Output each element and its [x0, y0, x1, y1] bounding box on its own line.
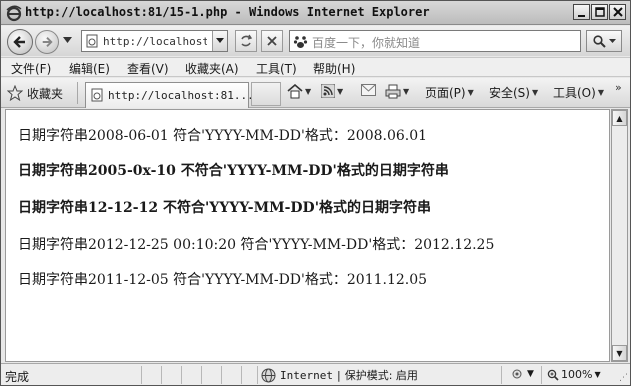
refresh-icon — [241, 34, 253, 47]
feeds-button[interactable]: ▼ — [321, 84, 343, 98]
gear-icon — [512, 369, 522, 379]
address-bar[interactable]: http://localhost:8 — [81, 30, 228, 52]
resize-grip-icon[interactable]: ⋰ — [619, 373, 628, 383]
print-icon — [385, 84, 401, 99]
zoom-icon — [547, 369, 559, 381]
status-divider — [201, 366, 202, 384]
mail-icon — [361, 84, 376, 96]
page-icon — [86, 34, 98, 48]
print-button[interactable]: ▼ — [385, 84, 409, 99]
chevron-down-icon — [608, 38, 616, 43]
tab-title: http://localhost:81... — [108, 89, 254, 102]
close-button[interactable] — [609, 4, 626, 20]
zone-label: Internet — [280, 368, 333, 382]
result-line: 日期字符串2005-0x-10 不符合'YYYY-MM-DD'格式的日期字符串 — [18, 163, 449, 179]
status-divider — [541, 366, 542, 384]
menu-help[interactable]: 帮助(H) — [313, 60, 355, 77]
new-tab-button[interactable] — [251, 82, 281, 106]
status-text: 完成 — [5, 370, 30, 384]
favorites-bar: 收藏夹 http://localhost:81... ▼ ▼ ▼ 页面(P) ▼… — [1, 78, 630, 108]
safety-menu-label: 安全(S) — [489, 86, 530, 100]
stop-button[interactable] — [261, 30, 283, 52]
minimize-button[interactable] — [573, 4, 590, 20]
address-url: http://localhost:8 — [103, 35, 207, 48]
menu-bar: 文件(F) 编辑(E) 查看(V) 收藏夹(A) 工具(T) 帮助(H) — [1, 57, 630, 77]
address-dropdown-button[interactable] — [212, 31, 227, 51]
vertical-scrollbar[interactable]: ▲ ▼ — [611, 109, 628, 362]
status-divider — [161, 366, 162, 384]
refresh-button[interactable] — [235, 30, 257, 52]
status-tools-button[interactable]: ▼ — [509, 367, 534, 381]
search-button[interactable] — [586, 30, 622, 52]
history-dropdown-icon[interactable] — [63, 37, 72, 44]
back-button[interactable] — [7, 29, 33, 55]
scroll-up-button[interactable]: ▲ — [612, 110, 627, 126]
scroll-down-button[interactable]: ▼ — [612, 345, 627, 361]
menu-file[interactable]: 文件(F) — [11, 60, 51, 77]
tools-menu-label: 工具(O) — [553, 86, 596, 100]
search-input[interactable]: 百度一下，你就知道 — [289, 30, 581, 52]
window-title: http://localhost:81/15-1.php - Windows I… — [25, 5, 430, 19]
home-icon — [287, 84, 303, 99]
status-divider — [221, 366, 222, 384]
status-divider — [501, 366, 502, 384]
safety-menu-button[interactable]: 安全(S) ▼ — [489, 84, 538, 101]
forward-arrow-icon — [42, 37, 53, 47]
tools-menu-button[interactable]: 工具(O) ▼ — [553, 84, 604, 101]
rss-icon — [321, 84, 335, 98]
menu-edit[interactable]: 编辑(E) — [69, 60, 110, 77]
page-content: 日期字符串2008-06-01 符合'YYYY-MM-DD'格式：2008.06… — [5, 109, 610, 362]
protected-mode-label: 保护模式: 启用 — [344, 369, 418, 382]
result-line: 日期字符串2008-06-01 符合'YYYY-MM-DD'格式：2008.06… — [18, 128, 428, 144]
menu-tools[interactable]: 工具(T) — [256, 60, 297, 77]
ie-window: http://localhost:81/15-1.php - Windows I… — [0, 0, 631, 386]
page-icon — [91, 88, 103, 102]
baidu-paw-icon — [293, 36, 308, 48]
status-divider — [141, 366, 142, 384]
page-menu-label: 页面(P) — [425, 86, 466, 100]
forward-button[interactable] — [35, 30, 59, 54]
result-line: 日期字符串12-12-12 不符合'YYYY-MM-DD'格式的日期字符串 — [18, 200, 431, 216]
chevron-down-icon — [216, 38, 224, 43]
status-divider — [181, 366, 182, 384]
zone-separator: | — [336, 368, 341, 382]
mail-button[interactable] — [361, 84, 376, 96]
title-bar: http://localhost:81/15-1.php - Windows I… — [1, 1, 630, 25]
back-arrow-icon — [13, 36, 25, 48]
stop-icon — [267, 36, 277, 46]
close-icon — [612, 7, 623, 17]
zoom-control[interactable]: 100% ▼ — [547, 368, 601, 381]
page-menu-button[interactable]: 页面(P) ▼ — [425, 84, 474, 101]
search-placeholder: 百度一下，你就知道 — [312, 36, 421, 50]
zoom-level: 100% — [561, 368, 593, 381]
address-toolbar: http://localhost:8 百度一下，你就知道 — [1, 26, 630, 56]
browser-tab[interactable]: http://localhost:81... — [85, 82, 254, 108]
menu-view[interactable]: 查看(V) — [127, 60, 169, 77]
maximize-icon — [594, 7, 605, 17]
maximize-button[interactable] — [591, 4, 608, 20]
minimize-icon — [578, 14, 585, 17]
home-button[interactable]: ▼ — [287, 84, 311, 99]
favorites-button[interactable]: 收藏夹 — [27, 85, 63, 102]
status-bar: 完成 Internet | 保护模式: 启用 ▼ 100% ▼ ⋰ — [1, 363, 630, 385]
ie-logo-icon — [6, 5, 22, 22]
search-icon — [592, 34, 606, 48]
security-zone[interactable]: Internet | 保护模式: 启用 — [261, 367, 418, 383]
status-divider — [241, 366, 242, 384]
result-line: 日期字符串2012-12-25 00:10:20 符合'YYYY-MM-DD'格… — [18, 237, 495, 253]
status-divider — [257, 366, 258, 384]
favorites-star-icon[interactable] — [7, 85, 23, 101]
result-line: 日期字符串2011-12-05 符合'YYYY-MM-DD'格式：2011.12… — [18, 272, 428, 288]
globe-icon — [261, 368, 276, 382]
toolbar-divider — [77, 82, 78, 104]
chevron-more-icon[interactable]: » — [615, 81, 622, 94]
menu-favorites[interactable]: 收藏夹(A) — [185, 60, 239, 77]
